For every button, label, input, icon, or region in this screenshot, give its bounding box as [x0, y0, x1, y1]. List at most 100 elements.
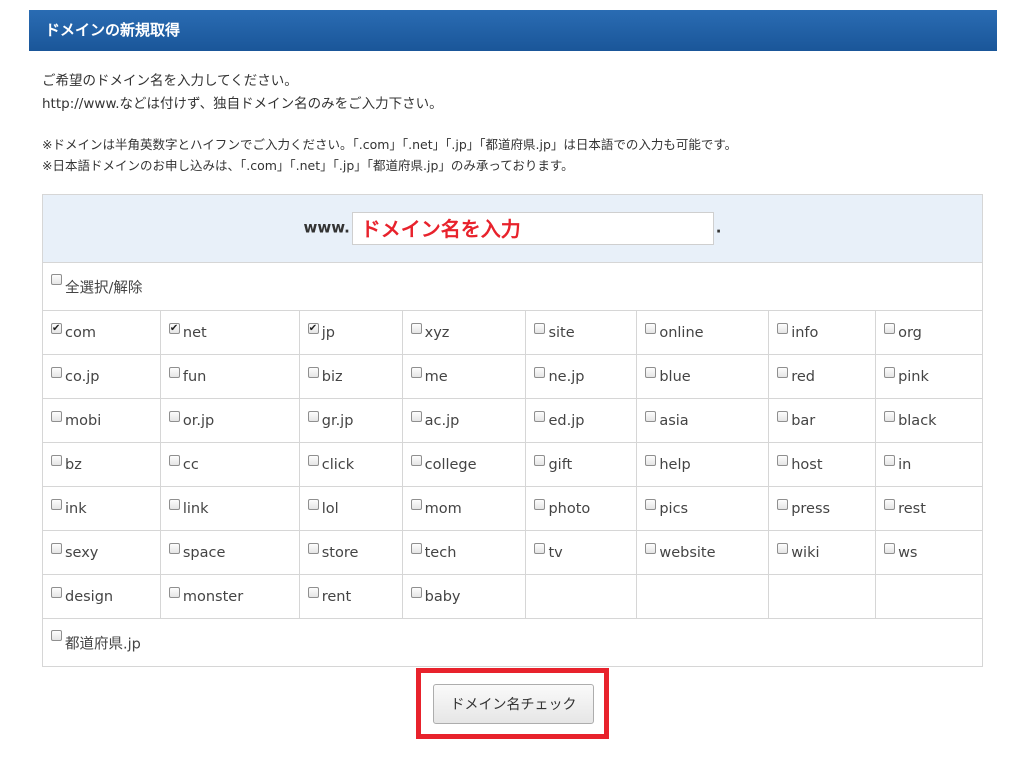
tld-option[interactable]: ac.jp: [410, 410, 459, 429]
tld-checkbox[interactable]: [884, 542, 896, 554]
tld-checkbox[interactable]: [168, 322, 180, 334]
tld-option[interactable]: com: [51, 322, 96, 341]
tld-option[interactable]: tv: [534, 542, 563, 561]
tld-checkbox[interactable]: [307, 410, 319, 422]
tld-option[interactable]: net: [168, 322, 207, 341]
tld-option[interactable]: tech: [410, 542, 456, 561]
tld-checkbox[interactable]: [51, 498, 62, 510]
tld-option[interactable]: help: [645, 454, 691, 473]
tld-option[interactable]: click: [307, 454, 354, 473]
tld-checkbox[interactable]: [307, 366, 319, 378]
tld-option[interactable]: xyz: [410, 322, 449, 341]
tld-option[interactable]: co.jp: [51, 366, 99, 385]
tld-option[interactable]: gr.jp: [307, 410, 353, 429]
tld-checkbox[interactable]: [307, 498, 319, 510]
select-all-toggle[interactable]: 全選択/解除: [51, 274, 142, 296]
tld-checkbox[interactable]: [777, 410, 789, 422]
tld-option[interactable]: pink: [884, 366, 929, 385]
tld-option[interactable]: in: [884, 454, 911, 473]
tld-option[interactable]: asia: [645, 410, 689, 429]
tld-option[interactable]: bz: [51, 454, 82, 473]
tld-option[interactable]: ws: [884, 542, 918, 561]
tld-checkbox[interactable]: [884, 366, 896, 378]
tld-checkbox[interactable]: [307, 454, 319, 466]
tld-checkbox[interactable]: [410, 366, 422, 378]
tld-option[interactable]: design: [51, 586, 113, 605]
tld-option[interactable]: rent: [307, 586, 351, 605]
tld-checkbox[interactable]: [884, 322, 896, 334]
tld-checkbox[interactable]: [884, 498, 896, 510]
tld-option[interactable]: host: [777, 454, 823, 473]
tld-checkbox[interactable]: [534, 454, 546, 466]
tld-checkbox[interactable]: [410, 542, 422, 554]
tld-option[interactable]: biz: [307, 366, 343, 385]
tld-option[interactable]: link: [168, 498, 209, 517]
tld-checkbox[interactable]: [410, 454, 422, 466]
tld-option[interactable]: black: [884, 410, 937, 429]
tld-option[interactable]: website: [645, 542, 716, 561]
tld-checkbox[interactable]: [534, 366, 546, 378]
tld-checkbox[interactable]: [777, 454, 789, 466]
tld-checkbox[interactable]: [534, 410, 546, 422]
tld-checkbox[interactable]: [410, 322, 422, 334]
tld-option[interactable]: ed.jp: [534, 410, 584, 429]
tld-option[interactable]: me: [410, 366, 448, 385]
tld-checkbox[interactable]: [777, 366, 789, 378]
tld-checkbox[interactable]: [410, 410, 422, 422]
tld-checkbox[interactable]: [645, 410, 657, 422]
tld-checkbox[interactable]: [534, 542, 546, 554]
tld-option[interactable]: monster: [168, 586, 243, 605]
tld-checkbox[interactable]: [534, 322, 546, 334]
tld-option[interactable]: rest: [884, 498, 926, 517]
tld-checkbox[interactable]: [645, 542, 657, 554]
select-all-checkbox[interactable]: [51, 274, 62, 285]
tld-option[interactable]: cc: [168, 454, 199, 473]
tld-option[interactable]: wiki: [777, 542, 820, 561]
tld-option[interactable]: ne.jp: [534, 366, 584, 385]
tld-checkbox[interactable]: [307, 322, 319, 334]
tld-option[interactable]: ink: [51, 498, 87, 517]
tld-checkbox[interactable]: [168, 366, 180, 378]
tld-checkbox[interactable]: [777, 542, 789, 554]
tld-checkbox[interactable]: [777, 322, 789, 334]
tld-checkbox[interactable]: [410, 586, 422, 598]
tld-checkbox[interactable]: [645, 366, 657, 378]
tld-option[interactable]: pics: [645, 498, 688, 517]
tld-option[interactable]: sexy: [51, 542, 98, 561]
tld-option[interactable]: store: [307, 542, 358, 561]
tld-checkbox[interactable]: [168, 498, 180, 510]
tld-option[interactable]: gift: [534, 454, 572, 473]
tld-checkbox[interactable]: [51, 410, 62, 422]
tld-option[interactable]: college: [410, 454, 477, 473]
tld-checkbox[interactable]: [51, 366, 62, 378]
tld-option[interactable]: photo: [534, 498, 590, 517]
tld-checkbox[interactable]: [168, 410, 180, 422]
tld-checkbox[interactable]: [307, 542, 319, 554]
tld-checkbox[interactable]: [307, 586, 319, 598]
tld-option[interactable]: jp: [307, 322, 335, 341]
tld-checkbox[interactable]: [51, 454, 62, 466]
tld-option[interactable]: info: [777, 322, 818, 341]
tld-option[interactable]: org: [884, 322, 922, 341]
tld-option[interactable]: press: [777, 498, 830, 517]
tld-checkbox[interactable]: [168, 542, 180, 554]
tld-checkbox[interactable]: [777, 498, 789, 510]
tld-option[interactable]: red: [777, 366, 815, 385]
tld-option[interactable]: lol: [307, 498, 339, 517]
tld-checkbox[interactable]: [168, 586, 180, 598]
tld-checkbox[interactable]: [884, 454, 896, 466]
prefecture-checkbox[interactable]: [51, 630, 62, 641]
tld-option[interactable]: blue: [645, 366, 691, 385]
tld-checkbox[interactable]: [51, 322, 62, 334]
tld-checkbox[interactable]: [534, 498, 546, 510]
tld-option[interactable]: baby: [410, 586, 460, 605]
tld-option[interactable]: mobi: [51, 410, 101, 429]
tld-checkbox[interactable]: [410, 498, 422, 510]
tld-option[interactable]: site: [534, 322, 575, 341]
tld-option[interactable]: mom: [410, 498, 462, 517]
tld-option[interactable]: or.jp: [168, 410, 214, 429]
tld-option[interactable]: online: [645, 322, 704, 341]
tld-checkbox[interactable]: [884, 410, 896, 422]
domain-name-input[interactable]: [351, 212, 714, 245]
tld-checkbox[interactable]: [645, 498, 657, 510]
